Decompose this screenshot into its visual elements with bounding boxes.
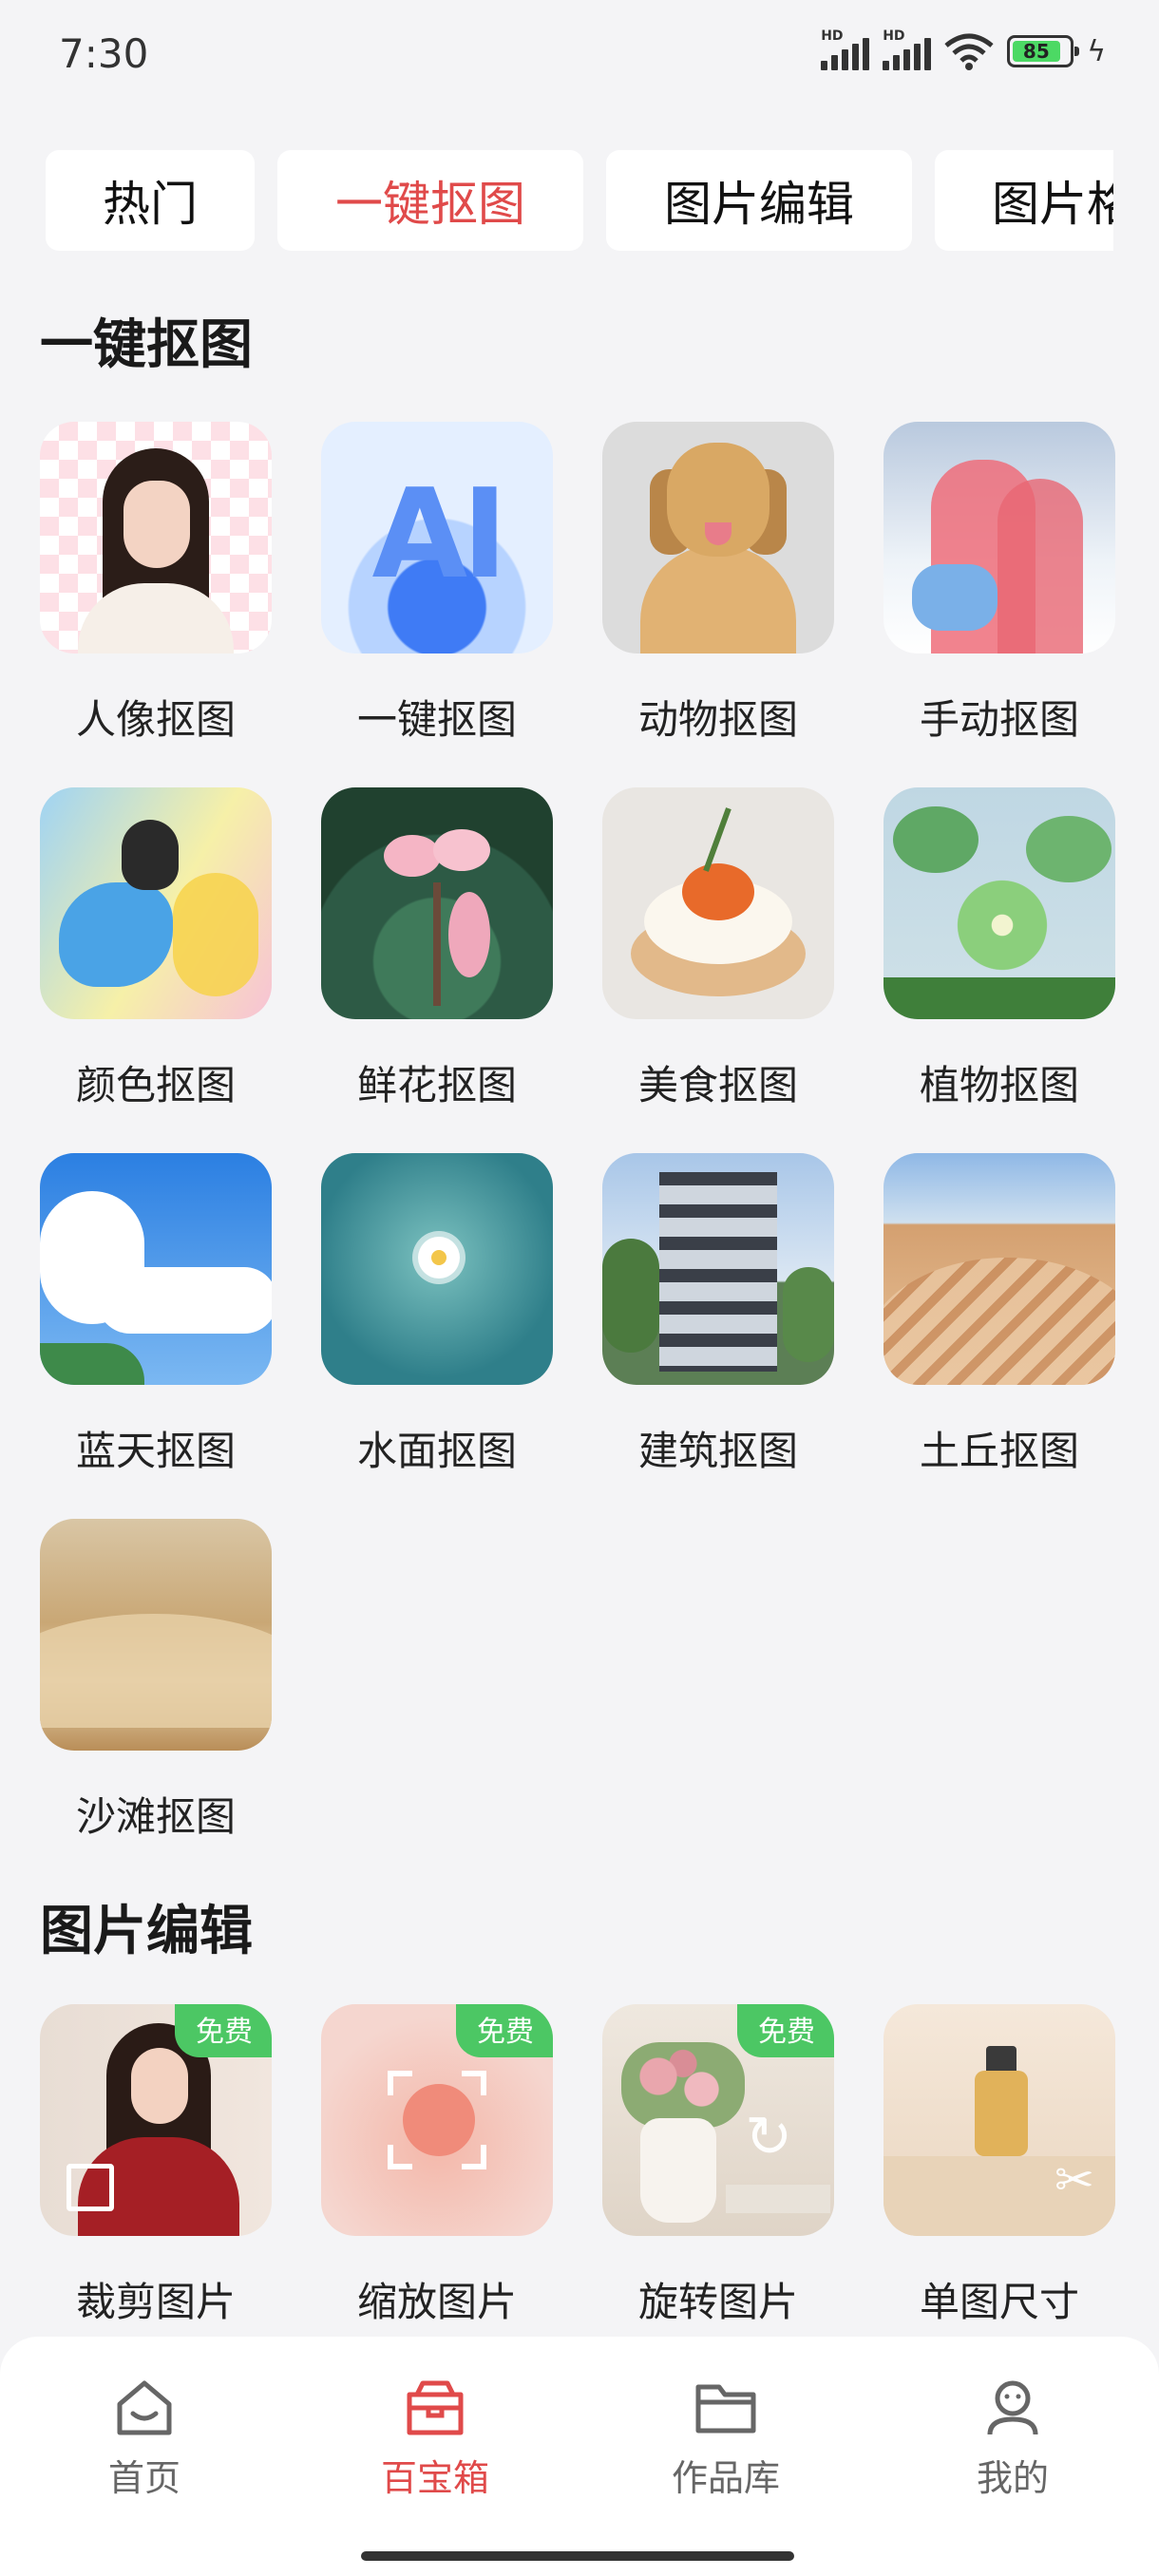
bottom-nav: 首页 百宝箱 作品库 我的: [0, 2337, 1159, 2576]
nav-label: 作品库: [671, 2457, 780, 2499]
plant-image: [884, 787, 1115, 1019]
food-image: [602, 787, 834, 1019]
signal-icon: HD: [821, 28, 870, 70]
battery-icon: 85: [1007, 35, 1080, 67]
profile-icon: [918, 2375, 1108, 2441]
tool-label: 一键抠图: [356, 696, 517, 743]
resize-icon: ✂: [1054, 2152, 1094, 2207]
tool-zoom-image[interactable]: 免费 缩放图片: [321, 2004, 553, 2370]
tool-crop-image[interactable]: 免费 裁剪图片: [40, 2004, 272, 2370]
tool-plant-cutout[interactable]: 植物抠图: [884, 787, 1115, 1153]
tool-animal-cutout[interactable]: 动物抠图: [602, 422, 834, 787]
tool-manual-cutout[interactable]: 手动抠图: [884, 422, 1115, 787]
tool-flower-cutout[interactable]: 鲜花抠图: [321, 787, 553, 1153]
tool-label: 鲜花抠图: [356, 1062, 517, 1108]
ai-image: AI: [321, 422, 553, 653]
status-bar: 7:30 HD HD 85 ϟ: [0, 0, 1159, 114]
nav-home[interactable]: 首页: [49, 2375, 239, 2501]
category-tabs: 热门 一键抠图 图片编辑 图片格: [46, 150, 1113, 251]
zoom-thumbnail: 免费: [321, 2004, 553, 2236]
hd-label-2: HD: [883, 28, 905, 44]
zoom-icon: [388, 2071, 486, 2169]
tool-label: 手动抠图: [919, 696, 1079, 743]
size-thumbnail: ✂: [884, 2004, 1115, 2236]
charging-icon: ϟ: [1087, 34, 1106, 68]
section-title-cutout: 一键抠图: [40, 314, 253, 376]
cutout-grid: 人像抠图 AI 一键抠图 动物抠图 手动抠图 颜色抠图 鲜花抠图 美食抠图 植物…: [40, 422, 1121, 1885]
hill-image: [884, 1153, 1115, 1385]
tool-label: 缩放图片: [356, 2279, 517, 2325]
tool-label: 人像抠图: [75, 696, 236, 743]
nav-toolbox[interactable]: 百宝箱: [340, 2375, 530, 2501]
tool-label: 蓝天抠图: [75, 1428, 236, 1474]
tab-one-click-cutout[interactable]: 一键抠图: [277, 150, 583, 251]
flower-image: [321, 787, 553, 1019]
tool-label: 旋转图片: [637, 2279, 798, 2325]
tab-image-format[interactable]: 图片格: [935, 150, 1113, 251]
tool-label: 水面抠图: [356, 1428, 517, 1474]
free-badge: 免费: [175, 2004, 272, 2057]
water-image: [321, 1153, 553, 1385]
tab-hot[interactable]: 热门: [46, 150, 255, 251]
free-badge: 免费: [456, 2004, 553, 2057]
tool-label: 美食抠图: [637, 1062, 798, 1108]
tool-single-image-size[interactable]: ✂ 单图尺寸: [884, 2004, 1115, 2370]
section-title-edit: 图片编辑: [40, 1901, 253, 1962]
wifi-icon: [944, 33, 994, 70]
tool-sand-cutout[interactable]: 沙滩抠图: [40, 1519, 272, 1885]
status-time: 7:30: [59, 30, 149, 77]
nav-label: 首页: [107, 2457, 180, 2499]
rotate-icon: ↻: [745, 2104, 793, 2170]
dog-image: [602, 422, 834, 653]
nav-label: 百宝箱: [380, 2457, 489, 2499]
tool-label: 单图尺寸: [919, 2279, 1079, 2325]
tool-label: 植物抠图: [919, 1062, 1079, 1108]
home-icon: [49, 2375, 239, 2441]
rotate-thumbnail: ↻ 免费: [602, 2004, 834, 2236]
tool-rotate-image[interactable]: ↻ 免费 旋转图片: [602, 2004, 834, 2370]
status-icons: HD HD 85 ϟ: [821, 28, 1106, 70]
sky-image: [40, 1153, 272, 1385]
home-indicator: [361, 2551, 794, 2561]
tool-building-cutout[interactable]: 建筑抠图: [602, 1153, 834, 1519]
tool-hill-cutout[interactable]: 土丘抠图: [884, 1153, 1115, 1519]
crop-thumbnail: 免费: [40, 2004, 272, 2236]
couple-image: [884, 422, 1115, 653]
tab-image-edit[interactable]: 图片编辑: [606, 150, 912, 251]
tool-label: 动物抠图: [637, 696, 798, 743]
battery-level: 85: [1013, 41, 1060, 62]
building-image: [602, 1153, 834, 1385]
signal-icon-2: HD: [883, 28, 932, 70]
tool-sky-cutout[interactable]: 蓝天抠图: [40, 1153, 272, 1519]
tool-label: 裁剪图片: [75, 2279, 236, 2325]
crop-icon: [66, 2164, 114, 2211]
color-splash-image: [40, 787, 272, 1019]
tool-water-cutout[interactable]: 水面抠图: [321, 1153, 553, 1519]
tool-ai-cutout[interactable]: AI 一键抠图: [321, 422, 553, 787]
tool-label: 颜色抠图: [75, 1062, 236, 1108]
tool-label: 沙滩抠图: [75, 1793, 236, 1840]
tool-food-cutout[interactable]: 美食抠图: [602, 787, 834, 1153]
toolbox-icon: [340, 2375, 530, 2441]
nav-works[interactable]: 作品库: [631, 2375, 821, 2501]
hd-label: HD: [821, 28, 844, 44]
edit-grid: 免费 裁剪图片 免费 缩放图片 ↻ 免费 旋转图片 ✂ 单图尺寸: [40, 2004, 1121, 2370]
tool-label: 建筑抠图: [637, 1428, 798, 1474]
portrait-image: [40, 422, 272, 653]
tool-portrait-cutout[interactable]: 人像抠图: [40, 422, 272, 787]
tool-label: 土丘抠图: [919, 1428, 1079, 1474]
sand-image: [40, 1519, 272, 1751]
tool-color-cutout[interactable]: 颜色抠图: [40, 787, 272, 1153]
nav-mine[interactable]: 我的: [918, 2375, 1108, 2501]
free-badge: 免费: [737, 2004, 834, 2057]
folder-icon: [631, 2375, 821, 2441]
nav-label: 我的: [976, 2457, 1049, 2499]
